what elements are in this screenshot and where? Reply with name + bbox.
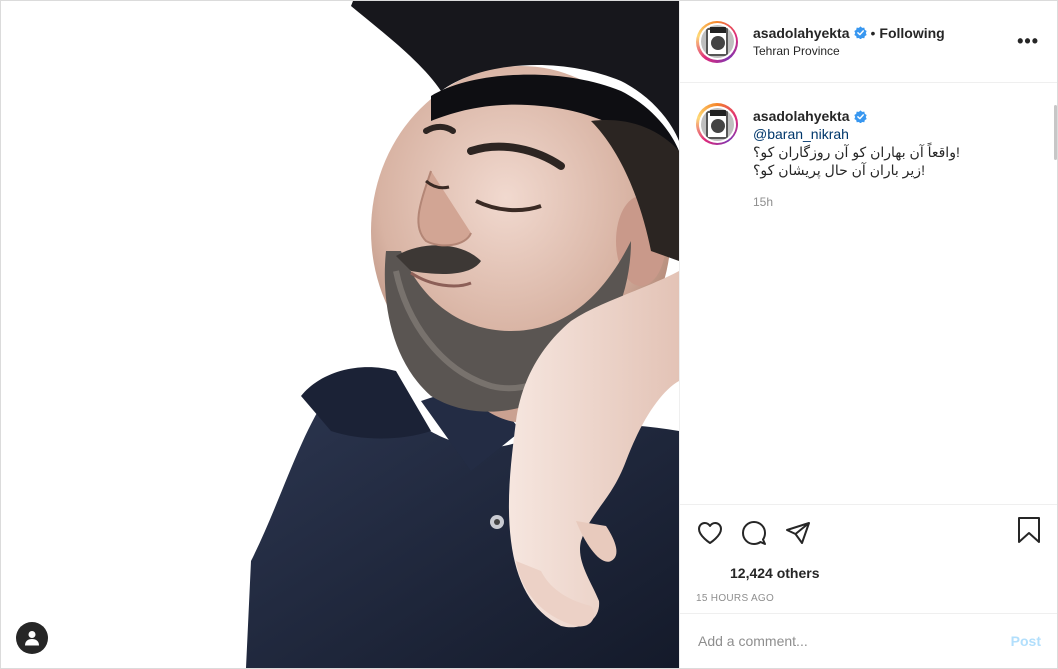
verified-badge-icon: [853, 26, 867, 39]
post-header: asadolahyekta • Following Tehran Provinc…: [680, 1, 1057, 83]
caption-text-line: !زیر باران آن حال پریشان کو؟: [753, 162, 925, 178]
heart-icon[interactable]: [696, 519, 724, 547]
post-comment-button[interactable]: Post: [1011, 633, 1041, 649]
post-location[interactable]: Tehran Province: [753, 42, 945, 60]
following-button[interactable]: Following: [879, 24, 944, 42]
author-avatar[interactable]: [696, 20, 738, 63]
caption-username[interactable]: asadolahyekta: [753, 107, 850, 125]
comments-area[interactable]: asadolahyekta @baran_nikrah !واقعاً آن ب…: [680, 83, 1057, 504]
post-timestamp[interactable]: 15 HOURS AGO: [680, 586, 1057, 614]
paper-plane-icon[interactable]: [784, 519, 812, 547]
photo-illustration: [1, 1, 679, 668]
more-options-icon[interactable]: •••: [1017, 32, 1039, 50]
caption-age[interactable]: 15h: [753, 193, 983, 211]
scrollbar-thumb[interactable]: [1054, 105, 1057, 160]
likes-count[interactable]: 12,424 others: [680, 560, 1057, 586]
comment-composer: Post: [680, 614, 1057, 668]
action-bar: [680, 504, 1057, 560]
caption-mention-link[interactable]: @baran_nikrah: [753, 125, 983, 143]
bookmark-icon[interactable]: [1017, 516, 1041, 549]
user-tag-icon: [25, 631, 39, 646]
tag-people-button[interactable]: [16, 622, 48, 654]
author-username[interactable]: asadolahyekta: [753, 24, 850, 42]
caption-avatar[interactable]: [696, 103, 738, 145]
post-dialog: asadolahyekta • Following Tehran Provinc…: [0, 0, 1058, 669]
post-caption: asadolahyekta @baran_nikrah !واقعاً آن ب…: [696, 103, 1041, 211]
post-photo[interactable]: [1, 1, 679, 668]
comment-bubble-icon[interactable]: [740, 519, 768, 547]
verified-badge-icon: [853, 109, 867, 123]
separator-dot: •: [870, 24, 876, 41]
avatar-image: [700, 107, 734, 141]
caption-text-line: !واقعاً آن بهاران کو آن روزگاران کو؟: [753, 144, 960, 160]
post-side-panel: asadolahyekta • Following Tehran Provinc…: [679, 1, 1057, 668]
comment-input[interactable]: [696, 632, 1011, 650]
avatar-image: [700, 25, 734, 58]
